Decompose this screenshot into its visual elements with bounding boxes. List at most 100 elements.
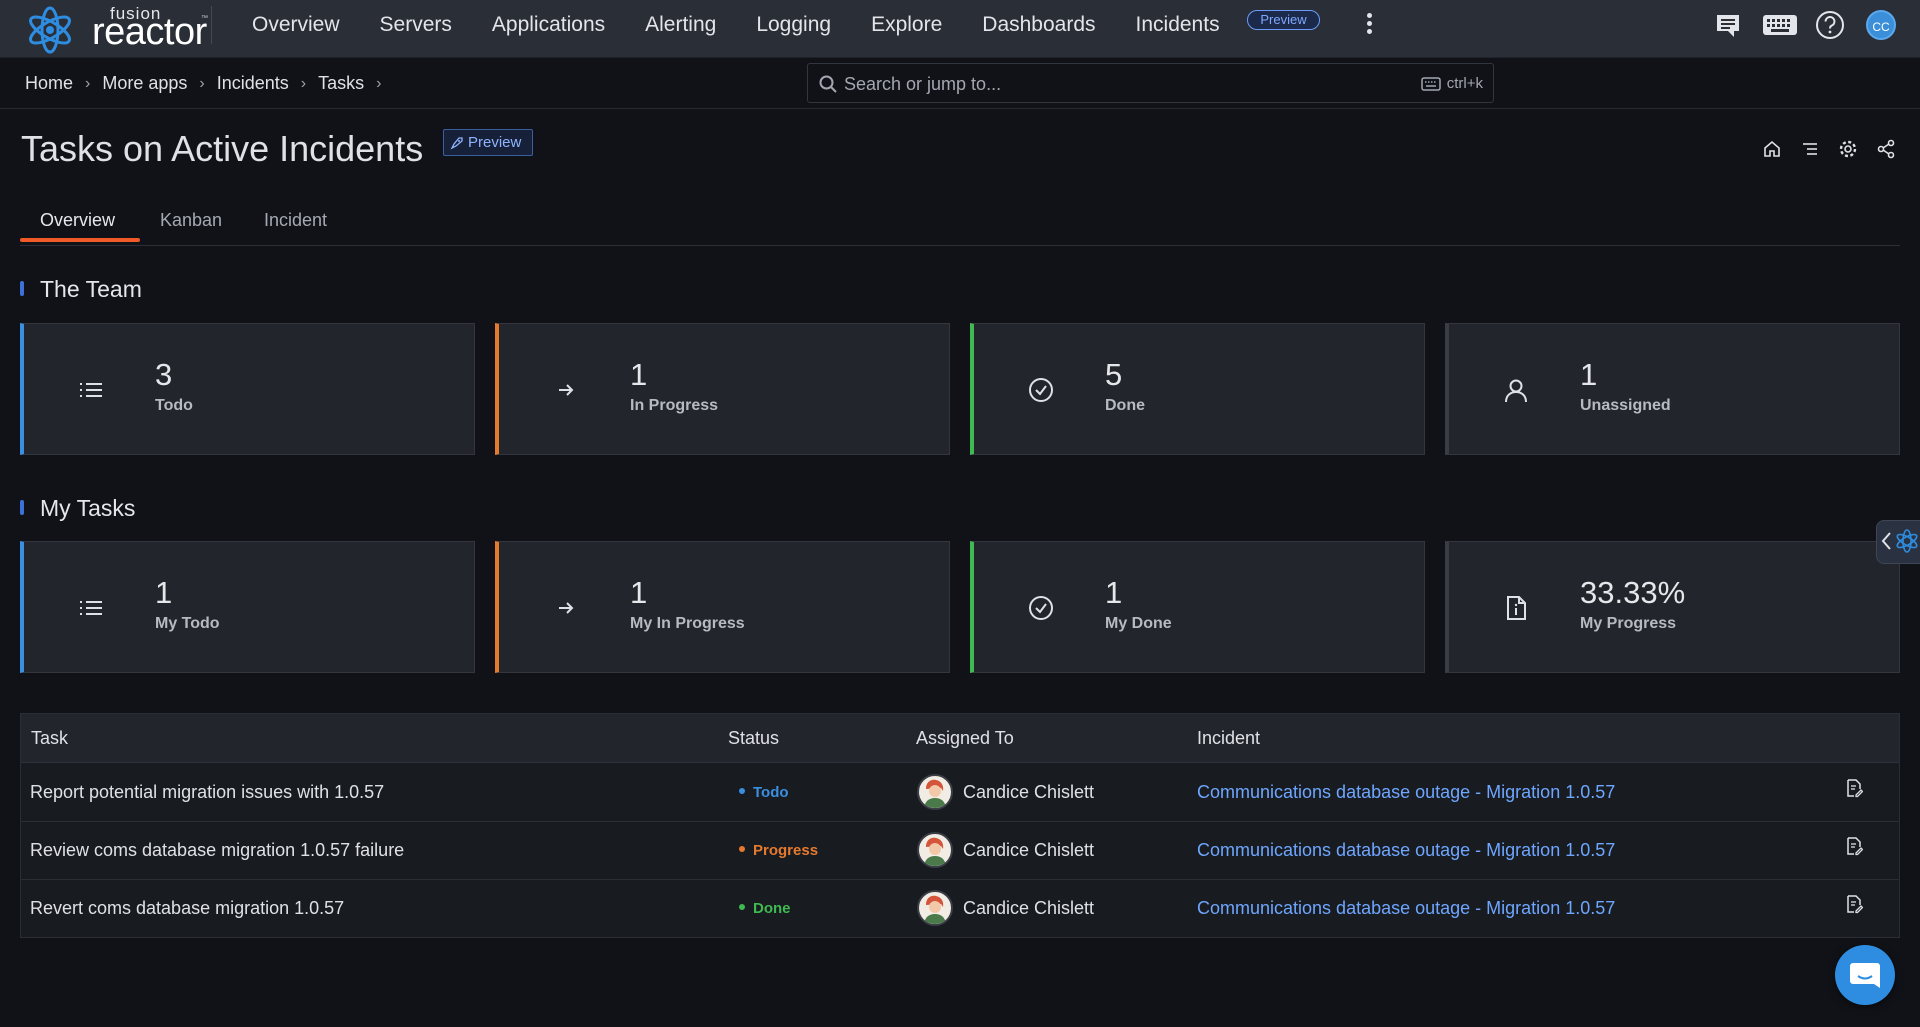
incident-link[interactable]: Communications database outage - Migrati… bbox=[1197, 782, 1615, 803]
table-row[interactable]: Report potential migration issues with 1… bbox=[21, 764, 1899, 822]
search-shortcut: ctrl+k bbox=[1420, 75, 1483, 92]
breadcrumb-more-apps[interactable]: More apps bbox=[102, 73, 187, 94]
person-avatar-icon bbox=[924, 837, 946, 866]
team-in-progress-card[interactable]: 1 In Progress bbox=[495, 323, 950, 455]
fusionreactor-logo[interactable]: fusion reactor ™ bbox=[26, 2, 208, 54]
logo-reactor-text: reactor bbox=[92, 11, 207, 53]
search-shortcut-text: ctrl+k bbox=[1446, 75, 1483, 92]
my-done-card[interactable]: 1 My Done bbox=[970, 541, 1425, 673]
breadcrumb-separator-icon: › bbox=[85, 74, 91, 92]
my-in-progress-card[interactable]: 1 My In Progress bbox=[495, 541, 950, 673]
check-circle-icon bbox=[1029, 596, 1053, 620]
chat-support-button[interactable] bbox=[1835, 945, 1895, 1005]
team-todo-count: 3 bbox=[155, 357, 173, 392]
task-name: Revert coms database migration 1.0.57 bbox=[30, 898, 345, 918]
table-row[interactable]: Review coms database migration 1.0.57 fa… bbox=[21, 822, 1899, 880]
tab-kanban[interactable]: Kanban bbox=[160, 210, 222, 231]
preview-badge-label: Preview bbox=[468, 134, 522, 151]
top-navigation: fusion reactor ™ Overview Servers Applic… bbox=[0, 0, 1920, 58]
arrow-right-icon bbox=[559, 602, 574, 614]
nav-applications[interactable]: Applications bbox=[492, 13, 605, 37]
nav-overview[interactable]: Overview bbox=[252, 13, 340, 37]
table-row[interactable]: Revert coms database migration 1.0.57 Do… bbox=[21, 880, 1899, 938]
edit-task-icon[interactable] bbox=[1845, 836, 1863, 856]
team-done-label: Done bbox=[1105, 397, 1145, 414]
preview-badge: Preview bbox=[443, 129, 533, 156]
settings-icon[interactable] bbox=[1838, 139, 1858, 159]
search-icon bbox=[819, 75, 837, 93]
incident-link[interactable]: Communications database outage - Migrati… bbox=[1197, 898, 1615, 919]
task-name: Review coms database migration 1.0.57 fa… bbox=[30, 840, 405, 860]
collapse-atom-icon bbox=[1881, 529, 1918, 553]
keyboard-icon bbox=[1420, 76, 1441, 91]
search-placeholder: Search or jump to... bbox=[844, 74, 1002, 94]
help-icon[interactable] bbox=[1815, 10, 1845, 40]
assignee-name: Candice Chislett bbox=[963, 898, 1095, 918]
arrow-right-icon bbox=[559, 384, 574, 396]
nav-alerting[interactable]: Alerting bbox=[645, 13, 716, 37]
breadcrumb-bar: Home › More apps › Incidents › Tasks › S… bbox=[0, 58, 1920, 109]
nav-logging[interactable]: Logging bbox=[756, 13, 831, 37]
list-view-icon[interactable] bbox=[1800, 139, 1820, 159]
team-in-progress-label: In Progress bbox=[630, 397, 719, 414]
team-unassigned-count: 1 bbox=[1580, 357, 1598, 392]
tab-incident[interactable]: Incident bbox=[264, 210, 327, 231]
avatar bbox=[917, 774, 953, 810]
share-icon[interactable] bbox=[1876, 139, 1896, 159]
breadcrumb-incidents[interactable]: Incidents bbox=[217, 73, 289, 94]
status-badge: Progress bbox=[739, 842, 818, 859]
assignee-name: Candice Chislett bbox=[963, 840, 1095, 860]
breadcrumb-separator-icon: › bbox=[199, 74, 205, 92]
logo-trademark: ™ bbox=[201, 15, 208, 22]
file-info-icon bbox=[1507, 596, 1526, 620]
nav-explore[interactable]: Explore bbox=[871, 13, 942, 37]
edit-task-icon[interactable] bbox=[1845, 894, 1863, 914]
side-panel-toggle[interactable] bbox=[1876, 520, 1920, 564]
team-done-card[interactable]: 5 Done bbox=[970, 323, 1425, 455]
my-done-label: My Done bbox=[1105, 615, 1172, 632]
avatar bbox=[917, 832, 953, 868]
main-menu: Overview Servers Applications Alerting L… bbox=[252, 0, 1260, 50]
team-unassigned-card[interactable]: 1 Unassigned bbox=[1445, 323, 1900, 455]
my-todo-card[interactable]: 1 My Todo bbox=[20, 541, 475, 673]
search-input[interactable]: Search or jump to... ctrl+k bbox=[807, 63, 1494, 103]
breadcrumb-home[interactable]: Home bbox=[25, 73, 73, 94]
my-todo-count: 1 bbox=[155, 575, 173, 610]
my-progress-value: 33.33% bbox=[1580, 575, 1686, 610]
breadcrumb-tasks[interactable]: Tasks bbox=[318, 73, 364, 94]
tab-overview[interactable]: Overview bbox=[40, 210, 115, 231]
team-todo-label: Todo bbox=[155, 397, 193, 414]
column-header-task[interactable]: Task bbox=[31, 728, 68, 749]
chat-icon bbox=[1850, 963, 1880, 988]
page-title: Tasks on Active Incidents bbox=[21, 128, 424, 169]
keyboard-icon[interactable] bbox=[1762, 10, 1798, 40]
edit-task-icon[interactable] bbox=[1845, 778, 1863, 798]
incident-link[interactable]: Communications database outage - Migrati… bbox=[1197, 840, 1615, 861]
column-header-assigned-to[interactable]: Assigned To bbox=[916, 728, 1014, 749]
column-header-status[interactable]: Status bbox=[728, 728, 779, 749]
logo-divider bbox=[211, 6, 212, 44]
avatar bbox=[917, 890, 953, 926]
nav-servers[interactable]: Servers bbox=[380, 13, 452, 37]
status-badge: Todo bbox=[739, 784, 789, 801]
my-tasks-section-title: My Tasks bbox=[20, 495, 135, 522]
home-icon[interactable] bbox=[1762, 139, 1782, 159]
column-header-incident[interactable]: Incident bbox=[1197, 728, 1260, 749]
nav-dashboards[interactable]: Dashboards bbox=[982, 13, 1095, 37]
user-avatar[interactable]: CC bbox=[1866, 10, 1896, 40]
team-todo-card[interactable]: 3 Todo bbox=[20, 323, 475, 455]
comments-icon[interactable] bbox=[1714, 10, 1742, 40]
team-done-count: 5 bbox=[1105, 357, 1123, 392]
my-progress-card[interactable]: 33.33% My Progress bbox=[1445, 541, 1900, 673]
more-menu-icon[interactable] bbox=[1362, 12, 1376, 40]
incidents-preview-badge: Preview bbox=[1247, 10, 1320, 30]
rocket-icon bbox=[450, 137, 463, 150]
nav-incidents[interactable]: Incidents bbox=[1136, 13, 1220, 37]
status-text: Done bbox=[753, 900, 791, 917]
my-in-progress-count: 1 bbox=[630, 575, 648, 610]
person-avatar-icon bbox=[924, 779, 946, 808]
status-text: Todo bbox=[753, 784, 789, 801]
my-todo-label: My Todo bbox=[155, 615, 220, 632]
team-unassigned-label: Unassigned bbox=[1580, 397, 1671, 414]
table-header: Task Status Assigned To Incident bbox=[21, 714, 1899, 763]
